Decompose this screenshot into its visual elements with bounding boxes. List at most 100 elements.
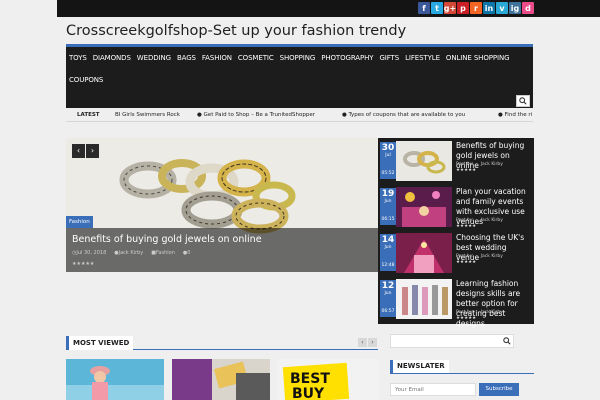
nav-search-button[interactable]	[516, 95, 530, 107]
post-time: 12:48	[381, 263, 395, 268]
post-thumbnail[interactable]	[396, 233, 452, 273]
main-navigation: TOYS DIAMONDS WEDDING BAGS FASHION COSMETIC SH…	[66, 44, 533, 108]
post-rating: ★★★★★	[456, 316, 477, 321]
post-month: Jun	[384, 291, 392, 296]
slide-comments[interactable]: 0	[187, 250, 190, 256]
beach-child-image	[66, 359, 164, 400]
post-month: Jul	[385, 153, 391, 158]
instagram-icon[interactable]: ig	[509, 2, 521, 14]
post-author[interactable]: Jack Kirby	[481, 218, 503, 223]
post-by-label: Post by:	[456, 218, 474, 223]
post-time: 06:57	[381, 309, 395, 314]
post-day: 19	[381, 189, 395, 199]
social-links: f t g+ p r in v ig d	[418, 2, 534, 14]
nav-item-cosmetic[interactable]: COSMETIC	[235, 47, 277, 69]
post-time: 06:15	[381, 217, 395, 222]
most-viewed-item[interactable]: BEST BUY	[278, 359, 378, 400]
email-field[interactable]	[390, 383, 476, 396]
post-author[interactable]: Jack Kirby	[481, 162, 503, 167]
ticker-item[interactable]: ● Find the ri	[498, 112, 532, 118]
most-viewed-next-button[interactable]: ›	[368, 338, 377, 347]
post-day: 30	[381, 143, 395, 153]
post-thumbnail[interactable]	[396, 187, 452, 227]
post-by-label: Post by:	[456, 310, 474, 315]
most-viewed-thumbnails: BEST BUY	[66, 359, 378, 400]
search-icon	[519, 97, 527, 105]
most-viewed-title: MOST VIEWED	[66, 336, 134, 350]
most-viewed-item[interactable]	[172, 359, 270, 400]
search-icon	[503, 337, 511, 345]
ticker-item[interactable]: ● Get Paid to Shop – Be a TrunitedShoppe…	[197, 112, 315, 118]
vimeo-icon[interactable]: v	[496, 2, 508, 14]
post-rating: ★★★★★	[456, 224, 477, 229]
pinterest-icon[interactable]: p	[457, 2, 469, 14]
most-viewed-prev-button[interactable]: ‹	[358, 338, 367, 347]
post-byline: Post by: Jack Kirby	[456, 310, 503, 315]
post-by-label: Post by:	[456, 254, 474, 259]
sidebar-search-button[interactable]	[500, 334, 514, 348]
nav-item-coupons[interactable]: COUPONS	[66, 69, 106, 91]
recent-post-item[interactable]: 12 Jun 06:57 Learning fashion designs skill…	[378, 276, 534, 328]
nav-item-wedding[interactable]: WEDDING	[134, 47, 174, 69]
ticker-item[interactable]: ● Types of coupons that are available to…	[342, 112, 465, 118]
linkedin-icon[interactable]: in	[483, 2, 495, 14]
post-day: 12	[381, 281, 395, 291]
ticker-label: LATEST	[77, 112, 100, 118]
post-time: 05:52	[381, 171, 395, 176]
recent-post-item[interactable]: 19 Jun 06:15 Plan your vacation and family …	[378, 184, 534, 229]
post-author[interactable]: Jack Kirby	[481, 254, 503, 259]
nav-item-shopping[interactable]: SHOPPING	[277, 47, 319, 69]
nav-item-gifts[interactable]: GIFTS	[376, 47, 402, 69]
recent-post-item[interactable]: 14 Jun 12:48 Choosing the UK's best wedding…	[378, 230, 534, 275]
facebook-icon[interactable]: f	[418, 2, 430, 14]
slide-author[interactable]: Jack Kirby	[119, 250, 144, 256]
svg-text:BUY: BUY	[292, 386, 325, 400]
slide-title[interactable]: Benefits of buying gold jewels on online	[72, 234, 262, 245]
shopping-image	[172, 359, 270, 400]
site-title[interactable]: Crosscreekgolfshop-Set up your fashion t…	[66, 23, 406, 39]
clock-icon: ◷Jul 30, 2018	[72, 250, 107, 256]
google-plus-icon[interactable]: g+	[444, 2, 456, 14]
post-byline: Post by: Jack Kirby	[456, 218, 503, 223]
slider-prev-button[interactable]: ‹	[72, 144, 85, 158]
nav-item-diamonds[interactable]: DIAMONDS	[90, 47, 134, 69]
user-icon: ●Jack Kirby	[114, 250, 144, 256]
post-thumbnail[interactable]	[396, 141, 452, 181]
rss-icon[interactable]: r	[470, 2, 482, 14]
nav-item-photography[interactable]: PHOTOGRAPHY	[318, 47, 376, 69]
most-viewed-item[interactable]	[66, 359, 164, 400]
post-month: Jun	[384, 245, 392, 250]
post-day: 14	[381, 235, 395, 245]
slide-category[interactable]: Fashion	[156, 250, 175, 256]
news-ticker: LATEST BI Girls Swimmers Rock ● Get Paid…	[66, 109, 533, 122]
nav-item-lifestyle[interactable]: LIFESTYLE	[402, 47, 443, 69]
recent-posts-list: 30 Jul 05:52 Benefits of buying gold jewels…	[378, 138, 534, 328]
post-by-label: Post by:	[456, 162, 474, 167]
post-author[interactable]: Jack Kirby	[481, 310, 503, 315]
nav-item-fashion[interactable]: FASHION	[199, 47, 235, 69]
nav-item-online-shopping[interactable]: ONLINE SHOPPING	[443, 47, 512, 69]
dribbble-icon[interactable]: d	[522, 2, 534, 14]
subscribe-button[interactable]: Subscribe	[479, 383, 519, 396]
nav-item-bags[interactable]: BAGS	[174, 47, 199, 69]
post-byline: Post by: Jack Kirby	[456, 254, 503, 259]
recent-post-item[interactable]: 30 Jul 05:52 Benefits of buying gold jewels…	[378, 138, 534, 183]
ticker-item[interactable]: BI Girls Swimmers Rock	[115, 112, 180, 118]
newsletter-title: NEWSLATER	[390, 360, 449, 373]
post-title[interactable]: Learning fashion designs skills are bett…	[456, 279, 532, 329]
nav-item-toys[interactable]: TOYS	[66, 47, 90, 69]
post-byline: Post by: Jack Kirby	[456, 162, 503, 167]
comment-icon: ●0	[182, 250, 191, 256]
post-thumbnail[interactable]	[396, 279, 452, 319]
folder-icon: ■Fashion	[151, 250, 175, 256]
svg-text:BEST: BEST	[290, 371, 330, 387]
slide-category-badge[interactable]: Fashion	[66, 216, 93, 228]
twitter-icon[interactable]: t	[431, 2, 443, 14]
sidebar-search-input[interactable]	[390, 334, 514, 348]
slide-date: Jul 30, 2018	[76, 250, 107, 256]
slide-rating: ★★★★★	[72, 261, 95, 267]
best-buy-logo-image: BESTBUY	[278, 359, 378, 400]
post-rating: ★★★★★	[456, 168, 477, 173]
top-bar-spacer	[0, 0, 57, 17]
slider-next-button[interactable]: ›	[86, 144, 99, 158]
